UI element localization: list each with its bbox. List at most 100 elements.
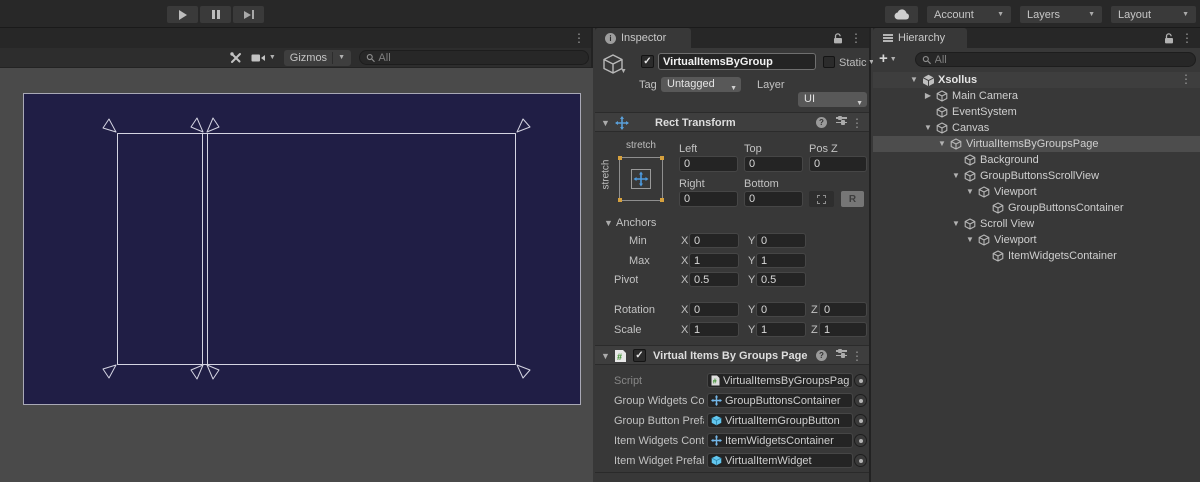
gameobject-name-field[interactable] <box>658 53 816 70</box>
kebab-menu-icon[interactable]: ⋮ <box>1180 73 1192 85</box>
gizmos-dropdown[interactable]: Gizmos ▼ <box>284 50 351 66</box>
cloud-services-button[interactable] <box>885 6 918 23</box>
foldout-arrow-icon[interactable]: ▼ <box>949 216 963 232</box>
hierarchy-search-input[interactable] <box>935 54 1189 66</box>
bottom-field[interactable]: 0 <box>744 191 803 207</box>
raw-edit-button[interactable]: R <box>841 191 864 207</box>
tab-hierarchy[interactable]: Hierarchy <box>873 28 967 48</box>
object-reference-field[interactable]: # VirtualItemGroupButton <box>707 413 853 428</box>
foldout-arrow-icon[interactable]: ▼ <box>604 218 613 228</box>
hierarchy-tree-row[interactable]: GroupButtonsContainer ⋮ <box>873 200 1200 216</box>
hierarchy-tree-row[interactable]: ItemWidgetsContainer ⋮ <box>873 248 1200 264</box>
top-field[interactable]: 0 <box>744 156 803 172</box>
create-dropdown[interactable]: + ▼ <box>879 52 897 66</box>
tag-dropdown[interactable]: Untagged▼ <box>661 77 741 92</box>
help-icon[interactable]: ? <box>816 117 827 128</box>
anchor-max-x-field[interactable]: 1 <box>689 253 739 268</box>
kebab-menu-icon[interactable]: ⋮ <box>850 32 862 44</box>
foldout-arrow-icon[interactable]: ▶ <box>921 88 935 104</box>
component-enabled-checkbox[interactable]: ✓ <box>633 349 646 362</box>
hierarchy-tree-row[interactable]: ▼ Canvas ⋮ <box>873 120 1200 136</box>
presets-icon[interactable] <box>836 117 847 123</box>
prefab-icon <box>711 415 722 426</box>
right-field[interactable]: 0 <box>679 191 738 207</box>
foldout-arrow-icon[interactable]: ▼ <box>963 232 977 248</box>
object-picker-icon[interactable] <box>854 394 867 407</box>
rotation-z-field[interactable]: 0 <box>819 302 867 317</box>
hierarchy-tree-row[interactable]: ▼ Viewport ⋮ <box>873 232 1200 248</box>
account-dropdown[interactable]: Account▼ <box>927 6 1011 23</box>
kebab-menu-icon[interactable]: ⋮ <box>1181 32 1193 44</box>
hierarchy-search[interactable] <box>915 52 1196 67</box>
layout-label: Layout <box>1118 9 1151 21</box>
blueprint-mode-button[interactable] <box>809 191 834 207</box>
object-picker-icon[interactable] <box>854 374 867 387</box>
anchor-max-y-field[interactable]: 1 <box>756 253 806 268</box>
gameobject-cube-icon <box>977 186 991 198</box>
pause-button[interactable] <box>200 6 231 23</box>
object-picker-icon[interactable] <box>854 454 867 467</box>
anchor-min-y-field[interactable]: 0 <box>756 233 806 248</box>
hierarchy-tree-row[interactable]: ▼ GroupButtonsScrollView ⋮ <box>873 168 1200 184</box>
foldout-arrow-icon[interactable]: ▼ <box>935 136 949 152</box>
kebab-menu-icon[interactable]: ⋮ <box>573 32 585 44</box>
foldout-arrow-icon[interactable]: ▼ <box>963 184 977 200</box>
pivot-y-field[interactable]: 0.5 <box>756 272 806 287</box>
camera-dropdown[interactable]: ▼ <box>251 53 276 63</box>
tree-item-label: Background <box>977 152 1039 168</box>
tab-inspector[interactable]: i Inspector <box>595 28 691 48</box>
rect-transform-header[interactable]: ▼ Rect Transform ? ⋮ <box>595 112 869 132</box>
layout-dropdown[interactable]: Layout▼ <box>1111 6 1196 23</box>
help-icon[interactable]: ? <box>816 350 827 361</box>
rotation-y-field[interactable]: 0 <box>756 302 806 317</box>
tools-icon[interactable] <box>229 51 243 65</box>
object-reference-field[interactable]: # VirtualItemWidget <box>707 453 853 468</box>
script-component-header[interactable]: ▼ # ✓ Virtual Items By Groups Page (Scri… <box>595 345 869 365</box>
posz-field[interactable]: 0 <box>809 156 867 172</box>
active-checkbox[interactable]: ✓ <box>641 55 654 68</box>
game-search-input[interactable] <box>378 52 582 64</box>
hierarchy-tree-row[interactable]: EventSystem ⋮ <box>873 104 1200 120</box>
foldout-arrow-icon[interactable]: ▼ <box>949 168 963 184</box>
tree-item-label: VirtualItemsByGroupsPage <box>963 136 1098 152</box>
static-checkbox[interactable] <box>823 56 835 68</box>
lock-icon[interactable] <box>1164 33 1174 44</box>
game-render-area[interactable] <box>0 68 593 482</box>
object-reference-field[interactable]: # VirtualItemsByGroupsPage <box>707 373 853 388</box>
scale-label: Scale <box>614 324 642 336</box>
foldout-arrow-icon[interactable]: ▼ <box>907 72 921 88</box>
foldout-arrow-icon[interactable]: ▼ <box>601 351 610 361</box>
foldout-arrow-icon[interactable]: ▼ <box>921 120 935 136</box>
step-button[interactable] <box>233 6 264 23</box>
hierarchy-tree-row[interactable]: ▼ Xsollus ⋮ <box>873 72 1200 88</box>
scale-y-field[interactable]: 1 <box>756 322 806 337</box>
layers-dropdown[interactable]: Layers▼ <box>1020 6 1102 23</box>
object-reference-field[interactable]: # GroupButtonsContainer <box>707 393 853 408</box>
pivot-x-field[interactable]: 0.5 <box>689 272 739 287</box>
lock-icon[interactable] <box>833 33 843 44</box>
foldout-arrow-icon[interactable]: ▼ <box>601 118 610 128</box>
game-search[interactable] <box>359 50 589 65</box>
scale-x-field[interactable]: 1 <box>689 322 739 337</box>
play-button[interactable] <box>167 6 198 23</box>
presets-icon[interactable] <box>836 350 847 356</box>
rotation-x-field[interactable]: 0 <box>689 302 739 317</box>
hierarchy-tree-row[interactable]: ▼ Scroll View ⋮ <box>873 216 1200 232</box>
x-axis-label: X <box>681 274 688 286</box>
hierarchy-tree-row[interactable]: Background ⋮ <box>873 152 1200 168</box>
layer-dropdown[interactable]: UI▼ <box>798 92 867 107</box>
anchor-preset-widget[interactable] <box>619 157 663 201</box>
rotation-label: Rotation <box>614 304 655 316</box>
kebab-menu-icon[interactable]: ⋮ <box>851 350 863 362</box>
kebab-menu-icon[interactable]: ⋮ <box>851 117 863 129</box>
left-field[interactable]: 0 <box>679 156 738 172</box>
scale-z-field[interactable]: 1 <box>819 322 867 337</box>
hierarchy-tree-row[interactable]: ▶ Main Camera ⋮ <box>873 88 1200 104</box>
object-picker-icon[interactable] <box>854 414 867 427</box>
gameobject-icon-caret[interactable]: ▼ <box>620 68 627 75</box>
object-reference-field[interactable]: # ItemWidgetsContainer <box>707 433 853 448</box>
object-picker-icon[interactable] <box>854 434 867 447</box>
anchor-min-x-field[interactable]: 0 <box>689 233 739 248</box>
hierarchy-tree-row[interactable]: ▼ VirtualItemsByGroupsPage ⋮ <box>873 136 1200 152</box>
hierarchy-tree-row[interactable]: ▼ Viewport ⋮ <box>873 184 1200 200</box>
